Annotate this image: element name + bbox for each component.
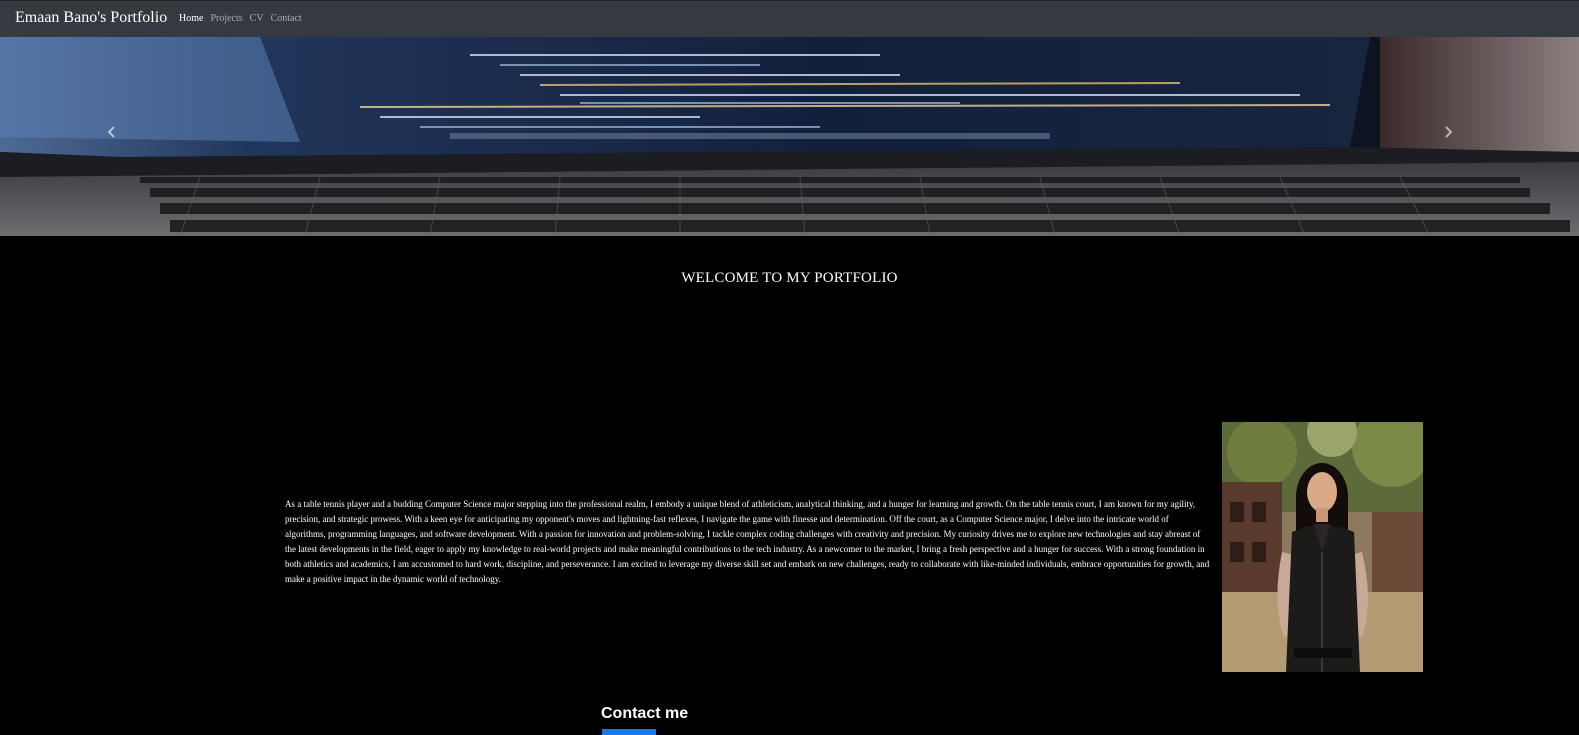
navbar: Emaan Bano's Portfolio Home Projects CV … xyxy=(0,0,1579,37)
nav-link-cv[interactable]: CV xyxy=(250,13,264,24)
nav-link-contact[interactable]: Contact xyxy=(271,13,302,24)
brand-link[interactable]: Emaan Bano's Portfolio xyxy=(15,9,167,27)
nav-link-home[interactable]: Home xyxy=(179,13,203,24)
contact-title: Contact me xyxy=(601,705,689,722)
about-text: As a table tennis player and a budding C… xyxy=(285,499,1210,584)
welcome-title: WELCOME TO MY PORTFOLIO xyxy=(681,270,898,286)
carousel-next-button[interactable] xyxy=(1442,125,1466,149)
nav-link-projects[interactable]: Projects xyxy=(210,13,242,24)
chevron-right-icon xyxy=(1445,126,1453,138)
laptop-image xyxy=(0,37,1579,236)
carousel-prev-button[interactable] xyxy=(106,125,130,149)
contact-button[interactable] xyxy=(602,729,656,735)
chevron-left-icon xyxy=(107,126,115,138)
nav-links: Home Projects CV Contact xyxy=(179,13,302,24)
profile-photo xyxy=(1222,422,1423,672)
hero-carousel xyxy=(0,37,1579,236)
